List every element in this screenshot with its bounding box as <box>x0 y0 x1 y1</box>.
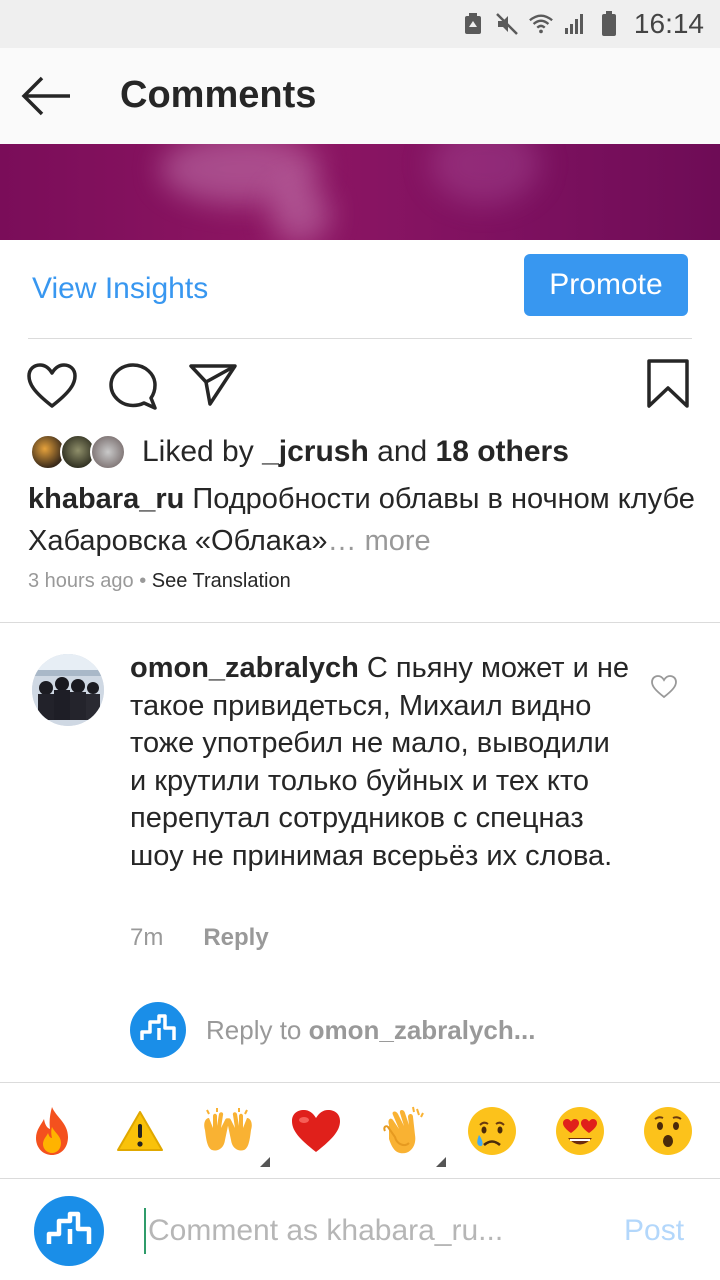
caption-username[interactable]: khabara_ru <box>28 483 184 515</box>
post-meta: 3 hours ago • See Translation <box>28 570 291 592</box>
page-title: Comments <box>120 74 317 116</box>
clapping-hands-icon <box>383 1106 424 1154</box>
crying-face-icon <box>468 1107 516 1155</box>
raised-hands-icon <box>204 1108 252 1151</box>
emoji-surprised-face[interactable] <box>638 1101 698 1161</box>
emoji-crying-face[interactable] <box>462 1101 522 1161</box>
comment-meta: 7m Reply <box>130 924 269 952</box>
emoji-heart-eyes[interactable] <box>550 1101 610 1161</box>
post-button[interactable]: Post <box>624 1214 684 1248</box>
storage-icon <box>460 11 486 37</box>
post-caption: khabara_ru Подробности облавы в ночном к… <box>28 483 695 557</box>
variant-indicator <box>436 1157 446 1167</box>
comment-username[interactable]: omon_zabralych <box>130 652 359 684</box>
mute-icon <box>494 11 520 37</box>
reply-to-text: Reply to omon_zabralych... <box>206 1014 536 1045</box>
comment-input[interactable] <box>144 1208 584 1254</box>
likes-others[interactable]: 18 others <box>436 435 569 468</box>
surprised-face-icon <box>644 1107 692 1155</box>
bookmark-icon <box>647 359 689 408</box>
avatar <box>34 1196 104 1266</box>
promote-button[interactable]: Promote <box>524 254 688 316</box>
post-timestamp: 3 hours ago <box>28 570 134 592</box>
liker-avatars <box>30 432 130 472</box>
divider <box>28 338 692 339</box>
heart-icon <box>27 363 77 408</box>
view-insights-link[interactable]: View Insights <box>32 272 208 306</box>
share-icon <box>189 364 237 406</box>
khabara-logo-icon <box>140 1014 176 1040</box>
avatar <box>130 1002 186 1058</box>
reply-button[interactable]: Reply <box>203 924 268 952</box>
heart-eyes-icon <box>556 1107 604 1155</box>
variant-indicator <box>260 1157 270 1167</box>
status-time: 16:14 <box>633 8 704 39</box>
back-button[interactable] <box>20 74 76 118</box>
liker-username[interactable]: _jcrush <box>262 435 369 468</box>
warning-icon <box>117 1111 163 1151</box>
emoji-red-heart[interactable] <box>286 1101 346 1161</box>
reply-to-row[interactable]: Reply to omon_zabralych... <box>130 1002 535 1058</box>
avatar[interactable] <box>32 654 104 726</box>
comment-text: omon_zabralych С пьяну может и не такое … <box>130 652 630 872</box>
divider <box>0 1082 720 1083</box>
back-arrow-icon <box>21 76 70 116</box>
emoji-clapping-hands[interactable] <box>374 1101 446 1167</box>
likes-row[interactable]: Liked by _jcrush and 18 others <box>30 430 569 474</box>
like-button[interactable] <box>26 362 78 415</box>
battery-icon <box>596 11 622 37</box>
see-translation-link[interactable]: See Translation <box>152 570 291 592</box>
divider <box>0 622 720 623</box>
comment-icon <box>109 363 157 410</box>
comment-button[interactable] <box>108 362 158 415</box>
emoji-bar <box>0 1084 720 1178</box>
emoji-raised-hands[interactable] <box>198 1101 270 1167</box>
likes-text: Liked by _jcrush and 18 others <box>142 435 569 468</box>
share-button[interactable] <box>188 362 238 413</box>
comment-like-button[interactable] <box>650 674 678 700</box>
wifi-icon <box>528 11 554 37</box>
comment-timestamp: 7m <box>130 924 164 951</box>
liker-avatar <box>90 434 126 470</box>
post-media-preview[interactable] <box>0 144 720 240</box>
khabara-logo-icon <box>46 1211 92 1244</box>
red-heart-icon <box>292 1110 340 1152</box>
more-link[interactable]: … more <box>328 525 431 557</box>
emoji-warning[interactable] <box>110 1101 170 1161</box>
signal-icon <box>562 11 588 37</box>
heart-icon <box>651 675 677 699</box>
divider <box>0 1178 720 1179</box>
emoji-fire[interactable] <box>22 1101 82 1161</box>
save-button[interactable] <box>646 358 690 415</box>
fire-icon <box>36 1107 68 1155</box>
status-bar: 16:14 <box>0 0 720 48</box>
app-bar: Comments <box>0 48 720 144</box>
